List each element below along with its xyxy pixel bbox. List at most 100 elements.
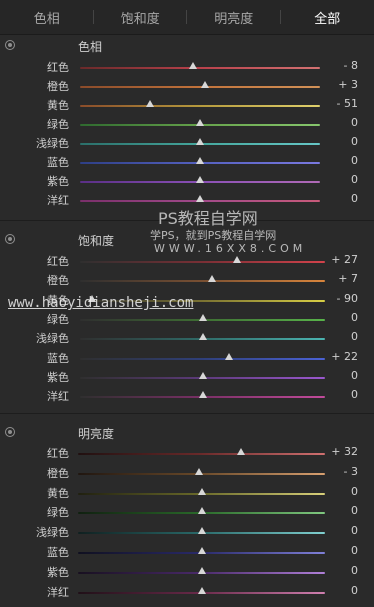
slider-row: 橙色 + 7 <box>0 271 374 290</box>
slider-value[interactable]: - 3 <box>344 465 358 478</box>
slider-row: 绿色 0 <box>0 310 374 329</box>
tab-saturation[interactable]: 饱和度 <box>94 8 188 27</box>
slider-label: 紫色 <box>47 370 69 384</box>
slider-thumb[interactable] <box>208 275 217 283</box>
target-adjust-icon[interactable] <box>5 40 15 50</box>
slider-value[interactable]: + 7 <box>338 272 358 285</box>
slider-row: 绿色 0 <box>0 503 374 522</box>
slider-row: 橙色 + 3 <box>0 77 374 96</box>
slider-thumb[interactable] <box>197 487 206 495</box>
slider-value[interactable]: - 8 <box>344 59 358 72</box>
watermark-url-2: www.haoyidiansheji.com <box>8 295 194 311</box>
slider-thumb[interactable] <box>232 256 241 263</box>
slider-thumb[interactable] <box>198 371 207 379</box>
slider-label: 绿色 <box>47 312 69 326</box>
slider-track[interactable] <box>80 105 320 107</box>
slider-thumb[interactable] <box>197 566 206 574</box>
slider-value[interactable]: + 27 <box>331 253 358 266</box>
slider-row: 洋红 0 <box>0 583 374 602</box>
slider-value[interactable]: 0 <box>351 311 358 324</box>
slider-value[interactable]: - 90 <box>337 292 358 305</box>
slider-row: 黄色 - 51 <box>0 96 374 115</box>
slider-thumb[interactable] <box>198 333 207 341</box>
watermark-url: WWW.16XX8.COM <box>154 242 307 255</box>
slider-label: 蓝色 <box>47 156 69 169</box>
slider-value[interactable]: 0 <box>351 564 358 577</box>
tab-hue[interactable]: 色相 <box>0 8 94 27</box>
slider-value[interactable]: 0 <box>351 116 358 129</box>
slider-thumb[interactable] <box>145 100 154 107</box>
slider-value[interactable]: 0 <box>351 154 358 167</box>
slider-track[interactable] <box>80 357 325 360</box>
slider-row: 浅绿色 0 <box>0 329 374 348</box>
slider-track[interactable] <box>80 261 325 263</box>
slider-thumb[interactable] <box>237 448 246 455</box>
tab-luminance[interactable]: 明亮度 <box>187 8 281 27</box>
slider-thumb[interactable] <box>196 176 204 183</box>
slider-value[interactable]: 0 <box>351 388 358 401</box>
slider-thumb[interactable] <box>188 62 197 69</box>
section-divider <box>0 413 374 414</box>
slider-value[interactable]: 0 <box>351 369 358 382</box>
slider-label: 绿色 <box>47 118 69 131</box>
slider-label: 黄色 <box>47 486 69 500</box>
slider-thumb[interactable] <box>225 352 234 360</box>
slider-value[interactable]: 0 <box>351 485 358 498</box>
section-title: 明亮度 <box>78 427 115 441</box>
slider-value[interactable]: + 3 <box>338 78 358 91</box>
slider-thumb[interactable] <box>197 547 206 554</box>
slider-track[interactable] <box>78 453 325 455</box>
slider-row: 紫色 0 <box>0 368 374 387</box>
slider-value[interactable]: + 32 <box>331 445 358 458</box>
slider-label: 浅绿色 <box>36 137 69 150</box>
target-adjust-icon[interactable] <box>5 234 15 244</box>
slider-value[interactable]: 0 <box>351 135 358 148</box>
slider-thumb[interactable] <box>196 195 204 202</box>
slider-thumb[interactable] <box>196 157 204 164</box>
slider-value[interactable]: - 51 <box>337 97 358 110</box>
tab-all[interactable]: 全部 <box>281 8 374 27</box>
slider-row: 浅绿色 0 <box>0 523 374 542</box>
slider-row: 紫色 0 <box>0 172 374 191</box>
slider-thumb[interactable] <box>198 313 207 321</box>
slider-value[interactable]: 0 <box>351 584 358 597</box>
slider-thumb[interactable] <box>196 138 204 145</box>
slider-label: 洋红 <box>47 194 69 207</box>
slider-thumb[interactable] <box>198 391 207 399</box>
slider-row: 绿色 0 <box>0 115 374 134</box>
slider-value[interactable]: 0 <box>351 524 358 537</box>
section-title: 色相 <box>78 40 103 54</box>
target-adjust-icon[interactable] <box>5 427 15 437</box>
slider-row: 红色 - 8 <box>0 58 374 77</box>
slider-value[interactable]: 0 <box>351 173 358 186</box>
slider-value[interactable]: 0 <box>351 504 358 517</box>
watermark-site-name: PS教程自学网 <box>158 209 258 228</box>
slider-thumb[interactable] <box>196 119 204 126</box>
slider-label: 浅绿色 <box>36 526 69 540</box>
slider-row: 红色 + 32 <box>0 444 374 463</box>
slider-label: 橙色 <box>47 274 69 288</box>
slider-row: 浅绿色 0 <box>0 134 374 153</box>
watermark-slogan: 学PS，就到PS教程自学网 <box>150 229 277 242</box>
slider-track[interactable] <box>80 67 320 69</box>
slider-value[interactable]: 0 <box>351 330 358 343</box>
slider-label: 红色 <box>47 255 69 268</box>
slider-value[interactable]: 0 <box>351 544 358 557</box>
slider-row: 黄色 0 <box>0 484 374 503</box>
slider-row: 紫色 0 <box>0 563 374 582</box>
slider-thumb[interactable] <box>197 507 206 515</box>
slider-row: 蓝色 0 <box>0 543 374 562</box>
slider-label: 橙色 <box>47 466 69 480</box>
slider-value[interactable]: + 22 <box>331 350 358 363</box>
slider-value[interactable]: 0 <box>351 192 358 205</box>
slider-thumb[interactable] <box>195 467 204 475</box>
slider-track[interactable] <box>80 280 325 283</box>
slider-row: 蓝色 0 <box>0 153 374 172</box>
slider-label: 橙色 <box>47 80 69 93</box>
slider-label: 蓝色 <box>47 546 69 559</box>
slider-label: 绿色 <box>47 506 69 520</box>
slider-thumb[interactable] <box>197 586 206 594</box>
slider-label: 洋红 <box>47 585 69 599</box>
slider-thumb[interactable] <box>197 527 206 535</box>
slider-thumb[interactable] <box>200 81 209 88</box>
